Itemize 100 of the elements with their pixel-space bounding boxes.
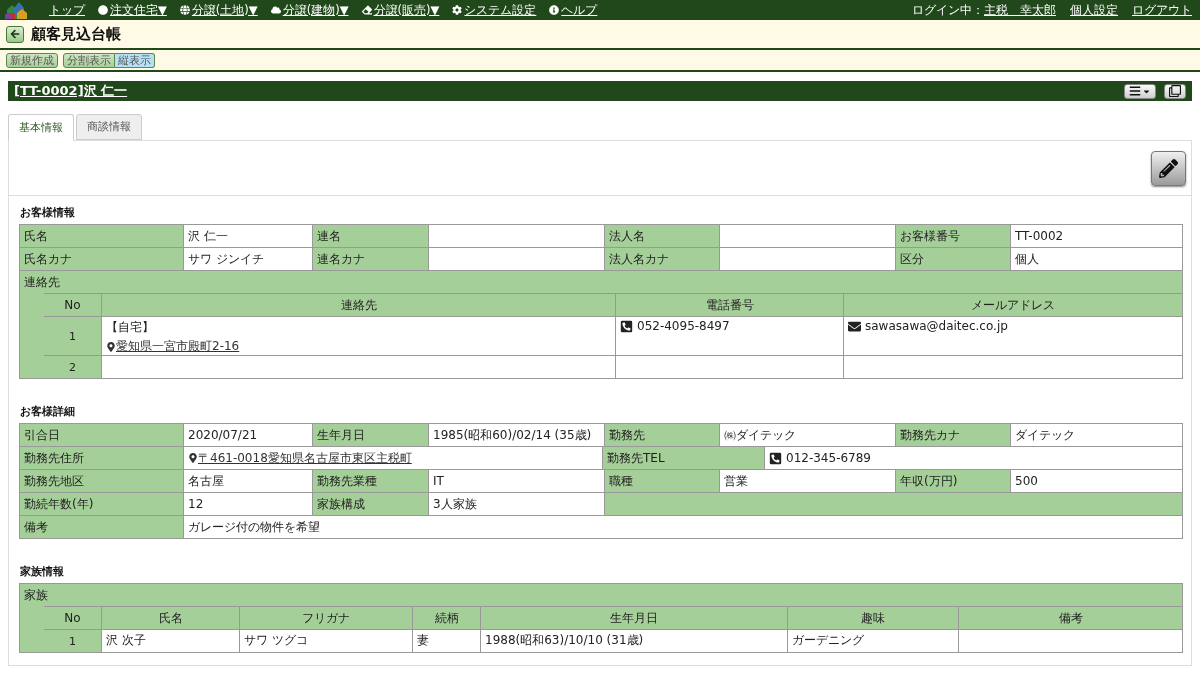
copy-icon (1169, 85, 1181, 97)
nav-link[interactable]: システム設定 (452, 2, 537, 18)
settings-icon (452, 5, 463, 15)
nav-link[interactable]: 分譲(土地)▼ (179, 2, 258, 18)
table-cell: ダイテック (1011, 424, 1182, 446)
menu-button[interactable] (1124, 83, 1156, 99)
nav-link[interactable]: 分譲(建物)▼ (270, 2, 349, 18)
email-icon (848, 319, 861, 333)
table-cell: サワ ジンイチ (184, 248, 312, 270)
table-cell: ㈱ダイテック (720, 424, 895, 446)
field-label: 連絡先 (23, 273, 61, 291)
copy-button[interactable] (1164, 83, 1186, 99)
pencil-icon (1159, 158, 1178, 178)
field-label: 氏名カナ (20, 248, 183, 270)
row-number: 2 (44, 356, 101, 378)
page-title: 顧客見込台帳 (31, 24, 121, 44)
phone-number: 052-4095-8497 (637, 319, 730, 333)
nav-link[interactable]: トップ (49, 2, 85, 18)
column-header: 連絡先 (102, 294, 615, 316)
table-cell: ガーデニング (788, 630, 958, 652)
column-header: 趣味 (788, 607, 958, 629)
field-label: 勤務先カナ (896, 424, 1010, 446)
field-label: 法人名カナ (605, 248, 719, 270)
field-label: 法人名 (605, 225, 719, 247)
edit-button[interactable] (1151, 150, 1186, 186)
field-label: 勤務先地区 (20, 470, 183, 492)
table-cell: 2020/07/21 (184, 424, 312, 446)
column-header: No (44, 607, 101, 629)
column-header: 氏名 (102, 607, 239, 629)
table-cell: IT (429, 470, 604, 492)
field-label: 年収(万円) (896, 470, 1010, 492)
table-cell: 1988(昭和63)/10/10 (31歳) (481, 630, 787, 652)
map-pin-icon (106, 341, 116, 352)
login-label: ログイン中： (912, 2, 984, 18)
column-header: 続柄 (413, 607, 480, 629)
globe-icon (179, 5, 190, 15)
back-button[interactable] (6, 25, 24, 43)
field-label: 家族構成 (313, 493, 428, 515)
table-cell: サワ ツグコ (240, 630, 412, 652)
section-title: 家族情報 (20, 565, 65, 579)
tab[interactable]: 商談情報 (76, 114, 142, 140)
tab[interactable]: 基本情報 (8, 114, 74, 141)
table-cell: TT-0002 (1011, 225, 1182, 247)
table-cell: 名古屋 (184, 470, 312, 492)
field-label: 生年月日 (313, 424, 428, 446)
new-button[interactable]: 新規作成 (6, 52, 58, 68)
address-link[interactable]: 〒461-0018愛知県名古屋市東区主税町 (188, 449, 412, 467)
view-toggle[interactable]: 縦表示 (115, 52, 155, 68)
nav-link[interactable]: ログアウト (1132, 2, 1192, 18)
nav-link[interactable]: 分譲(販売)▼ (361, 2, 440, 18)
field-label: 備考 (20, 516, 183, 538)
table-cell: 営業 (720, 470, 895, 492)
row-number: 1 (44, 630, 101, 652)
logo-icon (4, 0, 28, 20)
column-header: メールアドレス (844, 294, 1182, 316)
section-title: お客様情報 (20, 206, 76, 220)
table-cell: 500 (1011, 470, 1182, 492)
field-label: 勤続年数(年) (20, 493, 183, 515)
table-cell: 沢 次子 (102, 630, 239, 652)
field-label: 区分 (896, 248, 1010, 270)
table-cell: 妻 (413, 630, 480, 652)
column-header: フリガナ (240, 607, 412, 629)
info-icon (549, 5, 560, 15)
field-label: 連名カナ (313, 248, 428, 270)
field-label: 勤務先業種 (313, 470, 428, 492)
email-address: sawasawa@daitec.co.jp (865, 319, 1008, 333)
table-cell: 個人 (1011, 248, 1182, 270)
field-label: 勤務先TEL (603, 447, 764, 469)
table-cell: 1985(昭和60)/02/14 (35歳) (429, 424, 604, 446)
field-label: 勤務先 (605, 424, 719, 446)
record-title-link[interactable]: [TT-0002]沢 仁一 (14, 82, 1116, 100)
address-link[interactable]: 愛知県一宮市殿町2-16 (106, 338, 240, 355)
field-label: 氏名 (20, 225, 183, 247)
section-title: お客様詳細 (20, 405, 76, 419)
column-header: 生年月日 (481, 607, 787, 629)
view-toggle[interactable]: 分割表示 (63, 52, 115, 68)
eraser-icon (361, 5, 372, 15)
field-label: 連名 (313, 225, 428, 247)
table-cell: 12 (184, 493, 312, 515)
table-cell: ガレージ付の物件を希望 (184, 516, 1182, 538)
phone-icon (769, 451, 782, 465)
phone-icon (620, 319, 633, 333)
user-link[interactable]: 主税 幸太郎 (984, 2, 1056, 18)
phone-number: 012-345-6789 (786, 451, 871, 465)
nav-link[interactable]: ヘルプ (549, 2, 598, 18)
cloud-icon (270, 5, 281, 15)
map-pin-icon (188, 453, 198, 463)
field-label: 引合日 (20, 424, 183, 446)
field-label: 勤務先住所 (20, 447, 183, 469)
field-label: 家族 (23, 586, 49, 604)
row-number: 1 (44, 317, 101, 355)
field-label: お客様番号 (896, 225, 1010, 247)
field-label: 職種 (605, 470, 719, 492)
column-header: 電話番号 (616, 294, 843, 316)
column-header: 備考 (959, 607, 1182, 629)
nav-link[interactable]: 注文住宅▼ (98, 2, 167, 18)
contact-tag: 【自宅】 (106, 319, 611, 336)
table-cell: 3人家族 (429, 493, 604, 515)
column-header: No (44, 294, 101, 316)
nav-link[interactable]: 個人設定 (1070, 2, 1118, 18)
